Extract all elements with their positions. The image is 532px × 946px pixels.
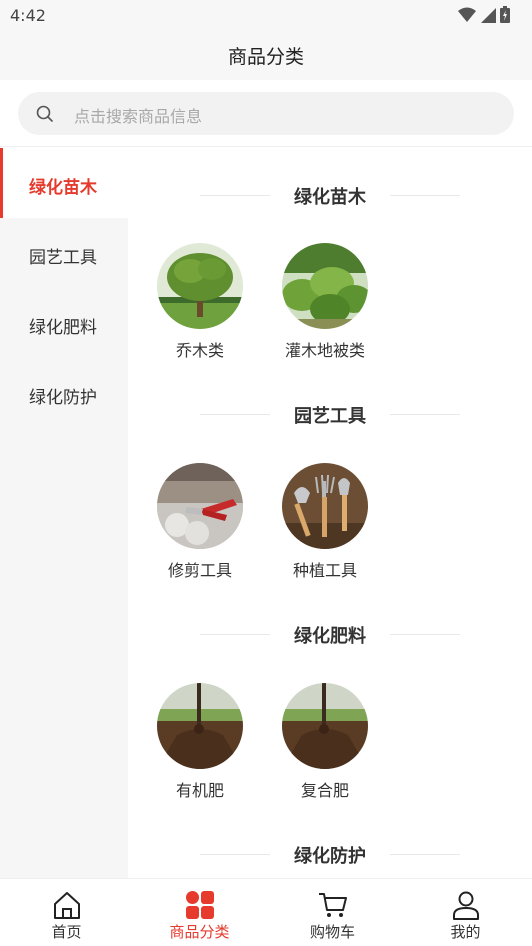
section-title-text: 绿化肥料 — [294, 626, 366, 647]
tab-category[interactable]: 商品分类 — [133, 879, 266, 946]
wifi-icon — [458, 7, 476, 22]
category-item-compound-fertilizer[interactable]: 复合肥 — [275, 683, 375, 813]
category-item-name: 种植工具 — [292, 561, 357, 580]
pruning-shears-photo — [157, 463, 243, 549]
section-title-text: 绿化苗木 — [294, 187, 366, 208]
section-title: 园艺工具 — [128, 399, 532, 429]
search-area: 点击搜索商品信息 — [0, 80, 532, 147]
tab-profile[interactable]: 我的 — [399, 879, 532, 946]
search-input[interactable]: 点击搜索商品信息 — [18, 92, 514, 135]
category-item-planting-tools[interactable]: 种植工具 — [275, 463, 375, 593]
soil-photo — [282, 683, 368, 769]
status-bar: 4:42 — [0, 0, 532, 30]
section-title-text: 绿化防护 — [294, 846, 366, 867]
sidebar-item-greening-seedlings[interactable]: 绿化苗木 — [0, 148, 128, 218]
category-icon — [185, 891, 214, 919]
tab-home[interactable]: 首页 — [0, 879, 133, 946]
tab-label: 我的 — [450, 923, 481, 941]
section-title: 绿化苗木 — [128, 180, 532, 210]
sidebar-item-label: 绿化苗木 — [29, 178, 97, 198]
category-item-name: 复合肥 — [300, 781, 349, 800]
sidebar-item-label: 绿化防护 — [29, 388, 97, 408]
tree-photo — [157, 243, 243, 329]
category-sidebar: 绿化苗木 园艺工具 绿化肥料 绿化防护 — [0, 148, 128, 878]
tab-cart[interactable]: 购物车 — [266, 879, 399, 946]
category-item-name: 修剪工具 — [167, 561, 232, 580]
section-title: 绿化防护 — [128, 839, 532, 869]
category-item-pruning-tools[interactable]: 修剪工具 — [150, 463, 250, 593]
sidebar-item-protection[interactable]: 绿化防护 — [0, 358, 128, 428]
category-item-shrubs[interactable]: 灌木地被类 — [275, 243, 375, 373]
section-title-text: 园艺工具 — [294, 406, 366, 427]
sidebar-item-garden-tools[interactable]: 园艺工具 — [0, 218, 128, 288]
tab-label: 购物车 — [309, 923, 355, 941]
sidebar-item-label: 园艺工具 — [29, 248, 97, 268]
shrub-photo — [282, 243, 368, 329]
page-title: 商品分类 — [227, 46, 304, 68]
tab-label: 商品分类 — [169, 923, 230, 941]
category-item-trees[interactable]: 乔木类 — [150, 243, 250, 373]
category-item-organic-fertilizer[interactable]: 有机肥 — [150, 683, 250, 813]
garden-tools-photo — [282, 463, 368, 549]
active-indicator — [0, 148, 3, 218]
user-icon — [452, 891, 479, 920]
tab-label: 首页 — [51, 923, 82, 941]
nav-bar: 商品分类 — [0, 30, 532, 80]
signal-icon — [481, 7, 496, 23]
section-title: 绿化肥料 — [128, 619, 532, 649]
status-time: 4:42 — [10, 6, 46, 25]
soil-photo — [157, 683, 243, 769]
search-icon — [36, 105, 53, 122]
category-item-name: 有机肥 — [175, 781, 224, 800]
sidebar-item-label: 绿化肥料 — [29, 318, 97, 338]
category-content: 绿化苗木 乔木类 灌木地被类 园艺工具 修剪工具 种植工具 绿化肥料 有机肥 复… — [128, 148, 532, 878]
home-icon — [53, 892, 80, 919]
status-icons — [458, 6, 510, 23]
sidebar-item-fertilizers[interactable]: 绿化肥料 — [0, 288, 128, 358]
search-placeholder: 点击搜索商品信息 — [74, 107, 203, 126]
category-item-name: 灌木地被类 — [284, 341, 365, 360]
category-item-name: 乔木类 — [175, 341, 224, 360]
cart-icon — [318, 893, 347, 917]
bottom-tab-bar: 首页 商品分类 购物车 我的 — [0, 878, 532, 946]
battery-icon — [500, 6, 510, 23]
